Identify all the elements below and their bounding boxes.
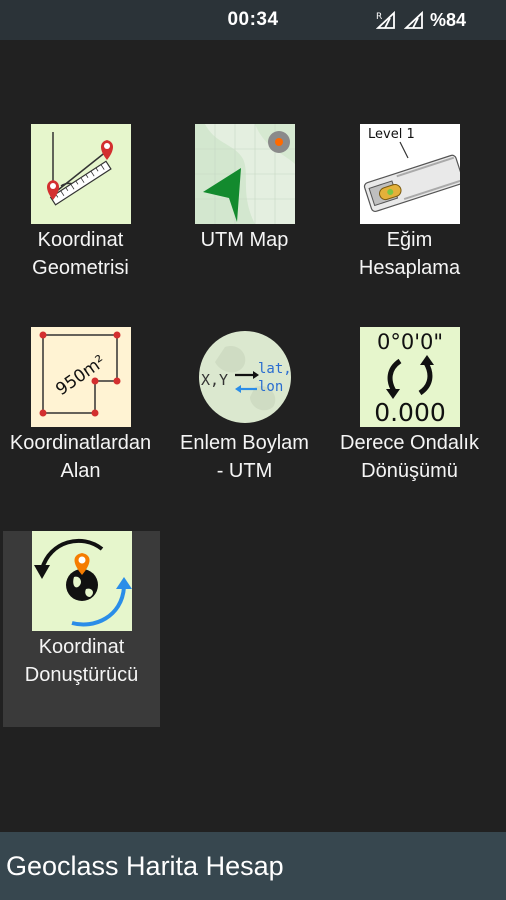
- tile-label: Koordinat Geometrisi: [32, 226, 129, 282]
- bottom-app-bar: Geoclass Harita Hesap: [0, 832, 506, 900]
- latlon-utm-icon: X,Y lat, lon: [195, 327, 295, 427]
- dms-text: 0°0'0": [376, 330, 442, 354]
- lat-text: lat,: [258, 361, 292, 377]
- battery-text: %84: [429, 9, 466, 30]
- signal-icon: [403, 10, 424, 30]
- tile-enlem-boylam-utm[interactable]: X,Y lat, lon Enlem Boylam - UTM: [166, 327, 323, 523]
- tile-label-text: Koordinat Donuştürücü: [24, 636, 139, 686]
- tile-label: Koordinatlardan Alan: [10, 429, 151, 485]
- tile-derece-ondalik-donusumu[interactable]: 0°0'0" 0.000 Derece Ondalık Dönüşümü: [331, 327, 488, 523]
- coordinate-geometry-icon: [30, 124, 131, 224]
- app-title: Geoclass Harita Hesap: [6, 850, 284, 881]
- tile-label: Derece Ondalık Dönüşümü: [340, 429, 479, 485]
- tile-label: UTM Map: [201, 226, 289, 254]
- tile-label-text: Koordinat Geometrisi: [32, 229, 129, 279]
- signal-roaming-icon: R: [375, 10, 398, 30]
- status-bar: 00:34 R %84: [0, 0, 506, 40]
- lon-text: lon: [258, 379, 283, 395]
- tile-koordinat-donusturucu[interactable]: Koordinat Donuştürücü: [3, 531, 160, 727]
- degree-decimal-icon: 0°0'0" 0.000: [359, 327, 460, 427]
- area-from-coordinates-icon: 950m²: [30, 327, 131, 427]
- app-grid: Koordinat Geometrisi UTM Map Level 1 Eği…: [0, 40, 506, 832]
- slope-level-icon: Level 1: [359, 124, 460, 224]
- xy-text: X,Y: [201, 371, 228, 389]
- tile-label-text: Derece Ondalık Dönüşümü: [340, 432, 479, 482]
- level-text: Level 1: [368, 127, 415, 142]
- tile-koordinatlardan-alan[interactable]: 950m² Koordinatlardan Alan: [2, 327, 159, 523]
- roaming-indicator-text: R: [376, 12, 382, 22]
- tile-label-text: Koordinatlardan Alan: [9, 432, 152, 482]
- tile-koordinat-geometrisi[interactable]: Koordinat Geometrisi: [2, 124, 159, 320]
- decimal-text: 0.000: [374, 398, 446, 427]
- tile-label-text: Eğim Hesaplama: [358, 229, 461, 279]
- tile-label-text: UTM Map: [200, 229, 289, 251]
- utm-map-icon: [194, 124, 295, 224]
- tile-utm-map[interactable]: UTM Map: [166, 124, 323, 320]
- tile-egim-hesaplama[interactable]: Level 1 Eğim Hesaplama: [331, 124, 488, 320]
- tile-label-text: Enlem Boylam - UTM: [180, 432, 309, 482]
- status-indicators: R %84: [375, 0, 466, 40]
- tile-label: Enlem Boylam - UTM: [180, 429, 309, 485]
- tile-label: Koordinat Donuştürücü: [25, 633, 138, 689]
- coordinate-converter-icon: [31, 531, 132, 631]
- tile-label: Eğim Hesaplama: [359, 226, 460, 282]
